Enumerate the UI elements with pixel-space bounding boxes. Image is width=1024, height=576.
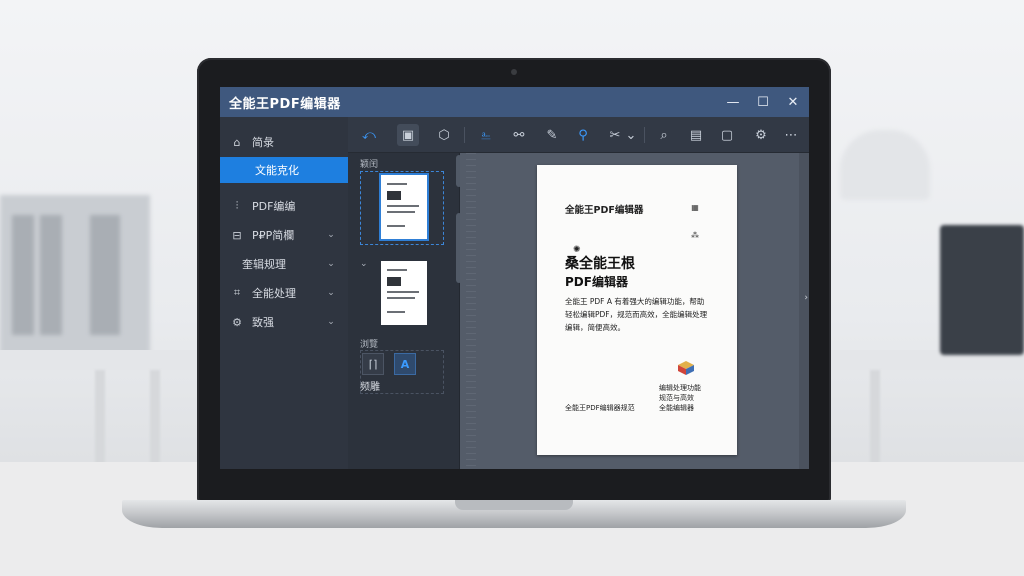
- sidebar-item-label: 奎辑规理: [242, 258, 286, 271]
- badge-icon: ⁂: [691, 230, 699, 240]
- settings-icon: ⚙: [232, 315, 242, 329]
- gear-icon[interactable]: ⚙: [750, 124, 772, 146]
- thumbnail-section-label: 浏覽: [360, 340, 379, 350]
- viewport-scrollbar[interactable]: ›: [799, 153, 809, 469]
- home-icon: ⌂: [233, 135, 241, 149]
- columns-icon[interactable]: ▤: [685, 124, 707, 146]
- body-line: 轻松编辑PDF，规范而高效，全能编辑处理: [565, 310, 708, 319]
- thumb-line: [387, 211, 415, 213]
- thumb-line: [387, 183, 407, 185]
- document-viewport: › 全能王PDF编辑器 ▦ ⁂ ✺ 桑全能王根 PDF编辑器 全能王 PDF A…: [460, 153, 809, 469]
- back-icon[interactable]: ⤺: [358, 124, 380, 146]
- window-controls: — ☐ ✕: [723, 87, 803, 117]
- search-doc-icon[interactable]: ⚲: [572, 124, 594, 146]
- image-icon[interactable]: ▣: [397, 124, 419, 146]
- more-icon[interactable]: ⋯: [780, 124, 802, 146]
- background-desk-leg: [150, 370, 160, 465]
- thumbnail-panel-title: 颖闰: [360, 160, 379, 170]
- chevron-down-icon: ⌄: [327, 317, 335, 327]
- chevron-down-icon[interactable]: ⌄: [360, 259, 368, 269]
- chevron-down-icon: ⌄: [327, 288, 335, 298]
- document-body: 全能王 PDF A 有着强大的编辑功能，帮助 轻松编辑PDF，规范而高效，全能编…: [565, 295, 715, 334]
- chevron-down-icon: ⌄: [327, 230, 335, 240]
- thumb-line: [387, 297, 415, 299]
- minimize-button[interactable]: —: [723, 92, 743, 112]
- shape-icon[interactable]: ⬡: [433, 124, 455, 146]
- side-line: 规范与高效: [659, 394, 694, 402]
- sidebar-item-pdf-pages[interactable]: ⊟ P₽P简欄 ⌄: [220, 222, 348, 248]
- qr-code-icon: ▦: [691, 202, 699, 212]
- crop-tool-icon[interactable]: ⌈⌉: [362, 353, 384, 375]
- thumb-line: [387, 291, 419, 293]
- thumb-image: [387, 277, 401, 286]
- background-desk-leg: [870, 370, 880, 465]
- laptop-notch: [455, 500, 573, 510]
- sidebar-item-pdf-edit[interactable]: ⫶ PDF编编: [220, 193, 348, 219]
- thumb-line: [387, 311, 405, 313]
- cube-graphic-icon: [678, 361, 694, 375]
- sidebar-item-label: 简彔: [252, 136, 274, 149]
- thumb-image: [387, 191, 401, 200]
- document-subheading: PDF编辑器: [565, 275, 628, 289]
- sidebar-item-edit-manage[interactable]: 奎辑规理 ⌄: [220, 251, 348, 277]
- document-footer: 全能王PDF编辑器规范: [565, 404, 635, 412]
- side-line: 全能编辑器: [659, 404, 694, 412]
- document-title: 全能王PDF编辑器: [565, 205, 644, 216]
- body-line: 编辑，简便高效。: [565, 323, 625, 332]
- background-binder: [12, 215, 34, 335]
- body-line: 全能王 PDF A 有着强大的编辑功能，帮助: [565, 297, 705, 306]
- maximize-button[interactable]: ☐: [753, 92, 773, 112]
- text-tool-icon[interactable]: A: [394, 353, 416, 375]
- sidebar: ⌂ 简彔 文能克化 ⫶ PDF编编 ⊟ P₽P简欄 ⌄ 奎辑规理 ⌄ ⌗ 全能处…: [220, 117, 348, 469]
- zoom-icon[interactable]: ⌕: [653, 124, 675, 146]
- select-text-icon[interactable]: ⎁: [475, 124, 497, 146]
- toolbar-divider: [644, 127, 645, 143]
- sidebar-item-label: P₽P简欄: [252, 229, 295, 242]
- background-desk-leg: [95, 370, 105, 465]
- thumb-line: [387, 225, 405, 227]
- background-lamp: [840, 130, 930, 200]
- tool-label: 频雕: [360, 382, 380, 393]
- background-monitor: [940, 225, 1024, 355]
- close-button[interactable]: ✕: [783, 92, 803, 112]
- document-heading: 桑全能王根: [565, 256, 635, 272]
- title-bar: 全能王PDF编辑器 — ☐ ✕: [220, 87, 809, 117]
- sidebar-item-label: 文能克化: [255, 164, 299, 177]
- sidebar-item-label: 全能处理: [252, 287, 296, 300]
- sidebar-item-all-tools[interactable]: ⌗ 全能处理 ⌄: [220, 280, 348, 306]
- pdf-page[interactable]: 全能王PDF编辑器 ▦ ⁂ ✺ 桑全能王根 PDF编辑器 全能王 PDF A 有…: [537, 165, 737, 455]
- background-binder: [40, 215, 62, 335]
- thumb-line: [387, 269, 407, 271]
- sidebar-item-home[interactable]: ⌂ 简彔: [220, 129, 348, 155]
- sidebar-item-label: PDF编编: [252, 200, 296, 213]
- toolbar-divider: [464, 127, 465, 143]
- tools-icon: ⌗: [233, 286, 241, 299]
- app-window: 全能王PDF编辑器 — ☐ ✕ ⌂ 简彔 文能克化 ⫶ PDF编编 ⊟ P₽P简…: [220, 87, 809, 469]
- sidebar-item-settings[interactable]: ⚙ 致强 ⌄: [220, 309, 348, 335]
- dropdown-icon[interactable]: ⌄: [624, 124, 638, 146]
- chevron-down-icon: ⌄: [327, 259, 335, 269]
- camera-dot: [511, 69, 517, 75]
- page-thumbnail-1[interactable]: [379, 173, 429, 241]
- folder-icon[interactable]: ▢: [716, 124, 738, 146]
- crop-icon[interactable]: ✂: [604, 124, 626, 146]
- vertical-ruler: [466, 153, 476, 469]
- logo-icon: ✺: [573, 245, 581, 255]
- side-line: 编辑处理功能: [659, 384, 701, 392]
- sidebar-item-label: 致强: [252, 316, 274, 329]
- thumbnail-panel: 颖闰 ⌄ 浏覽 ⌈⌉ A 频雕: [348, 153, 462, 469]
- edit-grid-icon: ⫶: [235, 199, 239, 212]
- page-thumbnail-2[interactable]: [381, 261, 427, 325]
- link-icon[interactable]: ⚯: [508, 124, 530, 146]
- page-icon: ⊟: [232, 228, 242, 242]
- background-binder: [90, 215, 120, 335]
- app-title: 全能王PDF编辑器: [229, 96, 341, 112]
- toolbar: ⤺ ▣ ⬡ ⎁ ⚯ ✎ ⚲ ✂ ⌄ ⌕ ▤ ▢ ⚙ ⋯: [348, 117, 809, 153]
- sidebar-item-convert[interactable]: 文能克化: [220, 157, 348, 183]
- thumb-line: [387, 205, 419, 207]
- document-side-text: 编辑处理功能 规范与高效 全能编辑器: [659, 383, 701, 413]
- background-shelf: [0, 195, 150, 360]
- pen-icon[interactable]: ✎: [541, 124, 563, 146]
- chevron-right-icon[interactable]: ›: [804, 293, 808, 303]
